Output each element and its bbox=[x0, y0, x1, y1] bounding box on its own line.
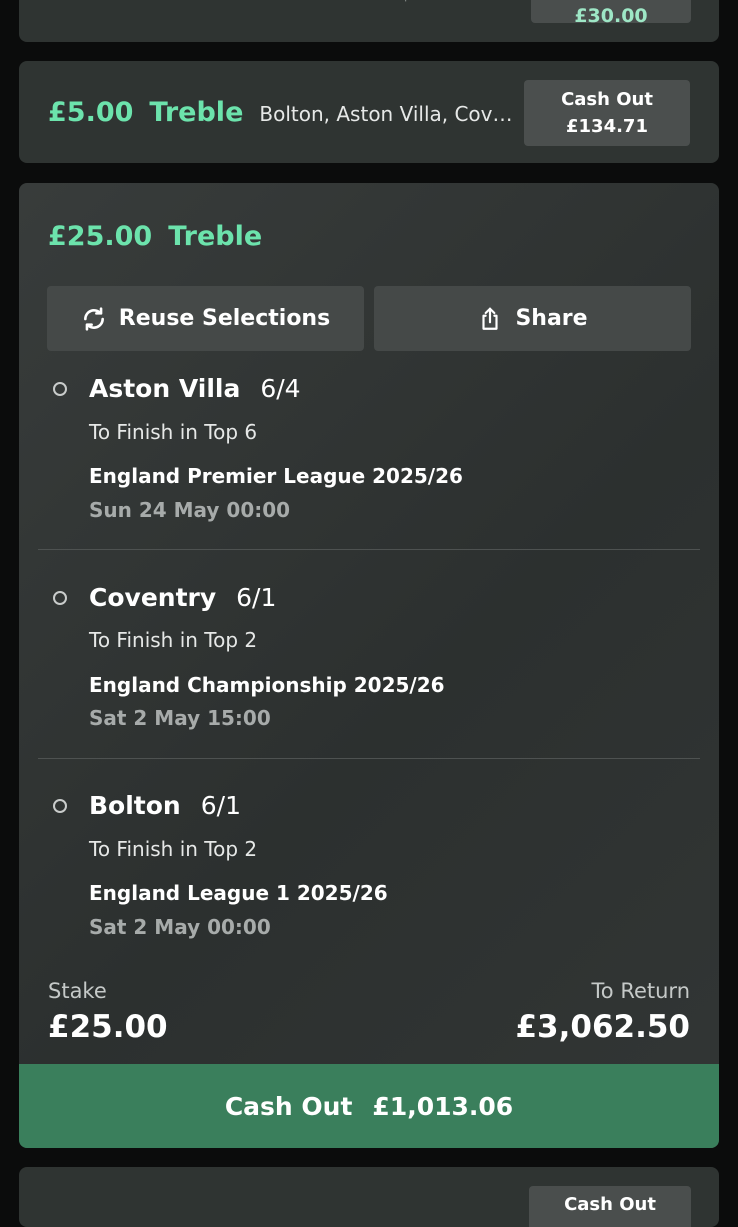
bet-type: Treble bbox=[168, 221, 263, 252]
collapsed-bet-stake: £5.00 bbox=[48, 97, 134, 128]
next-cashout-label: Cash Out bbox=[564, 1194, 656, 1215]
previous-cashout-value: £30.00 bbox=[574, 5, 648, 23]
selection-status-icon bbox=[53, 799, 67, 813]
selection-odds: 6/1 bbox=[200, 791, 241, 820]
cashout-button[interactable]: Cash Out £1,013.06 bbox=[19, 1064, 719, 1148]
collapsed-cashout-button[interactable]: Cash Out £134.71 bbox=[524, 80, 690, 146]
divider bbox=[38, 549, 700, 550]
share-label: Share bbox=[515, 306, 588, 331]
share-icon bbox=[482, 307, 499, 330]
cashout-label: Cash Out bbox=[224, 1091, 353, 1121]
reuse-selections-button[interactable]: Reuse Selections bbox=[47, 286, 364, 351]
selection-league: England League 1 2025/26 bbox=[89, 881, 388, 905]
selection-odds: 6/4 bbox=[260, 374, 301, 403]
to-return-value: £3,062.50 bbox=[515, 1009, 690, 1045]
stake-value: £25.00 bbox=[48, 1009, 168, 1045]
collapsed-bet-type: Treble bbox=[149, 97, 244, 128]
divider bbox=[38, 758, 700, 759]
selection-market: To Finish in Top 2 bbox=[89, 837, 258, 861]
selection-team: Coventry bbox=[89, 583, 217, 612]
truncation-dots: ' bbox=[404, 0, 408, 10]
expanded-bet-card: £25.00 Treble Reuse Selections Share Ast bbox=[19, 183, 719, 1148]
selection-market: To Finish in Top 6 bbox=[89, 420, 258, 444]
selection-league: England Championship 2025/26 bbox=[89, 673, 445, 697]
selection-title: Aston Villa 6/4 bbox=[89, 374, 301, 403]
bet-actions: Reuse Selections Share bbox=[47, 286, 691, 351]
to-return-label: To Return bbox=[591, 979, 690, 1003]
next-bet-card: Cash Out bbox=[19, 1167, 719, 1227]
selection-odds: 6/1 bbox=[236, 583, 277, 612]
selection-title: Coventry 6/1 bbox=[89, 583, 276, 612]
refresh-icon bbox=[83, 306, 104, 331]
selection-team: Aston Villa bbox=[89, 374, 241, 403]
reuse-selections-label: Reuse Selections bbox=[118, 306, 331, 331]
next-cashout-button[interactable]: Cash Out bbox=[529, 1186, 691, 1227]
stake-label: Stake bbox=[48, 979, 107, 1003]
collapsed-cashout-label: Cash Out bbox=[561, 89, 653, 110]
bet-stake: £25.00 bbox=[48, 221, 153, 252]
cashout-value: £1,013.06 bbox=[372, 1091, 514, 1121]
collapsed-bet-summary: £5.00 Treble Bolton, Aston Villa, Covent… bbox=[48, 97, 521, 128]
selection-market: To Finish in Top 2 bbox=[89, 628, 258, 652]
bet-header: £25.00 Treble bbox=[48, 221, 262, 252]
selection-status-icon bbox=[53, 591, 67, 605]
selection-league: England Premier League 2025/26 bbox=[89, 464, 463, 488]
selection-title: Bolton 6/1 bbox=[89, 791, 241, 820]
selection-status-icon bbox=[53, 382, 67, 396]
previous-bet-card: ' £30.00 bbox=[19, 0, 719, 42]
collapsed-bet-card[interactable]: £5.00 Treble Bolton, Aston Villa, Covent… bbox=[19, 61, 719, 163]
selection-team: Bolton bbox=[89, 791, 181, 820]
collapsed-cashout-value: £134.71 bbox=[566, 116, 648, 137]
share-button[interactable]: Share bbox=[374, 286, 691, 351]
previous-cashout-button[interactable]: £30.00 bbox=[531, 0, 691, 23]
collapsed-bet-teams: Bolton, Aston Villa, Coventry bbox=[259, 102, 522, 126]
selection-date: Sat 2 May 00:00 bbox=[89, 915, 271, 939]
selection-date: Sun 24 May 00:00 bbox=[89, 498, 291, 522]
selection-date: Sat 2 May 15:00 bbox=[89, 706, 271, 730]
